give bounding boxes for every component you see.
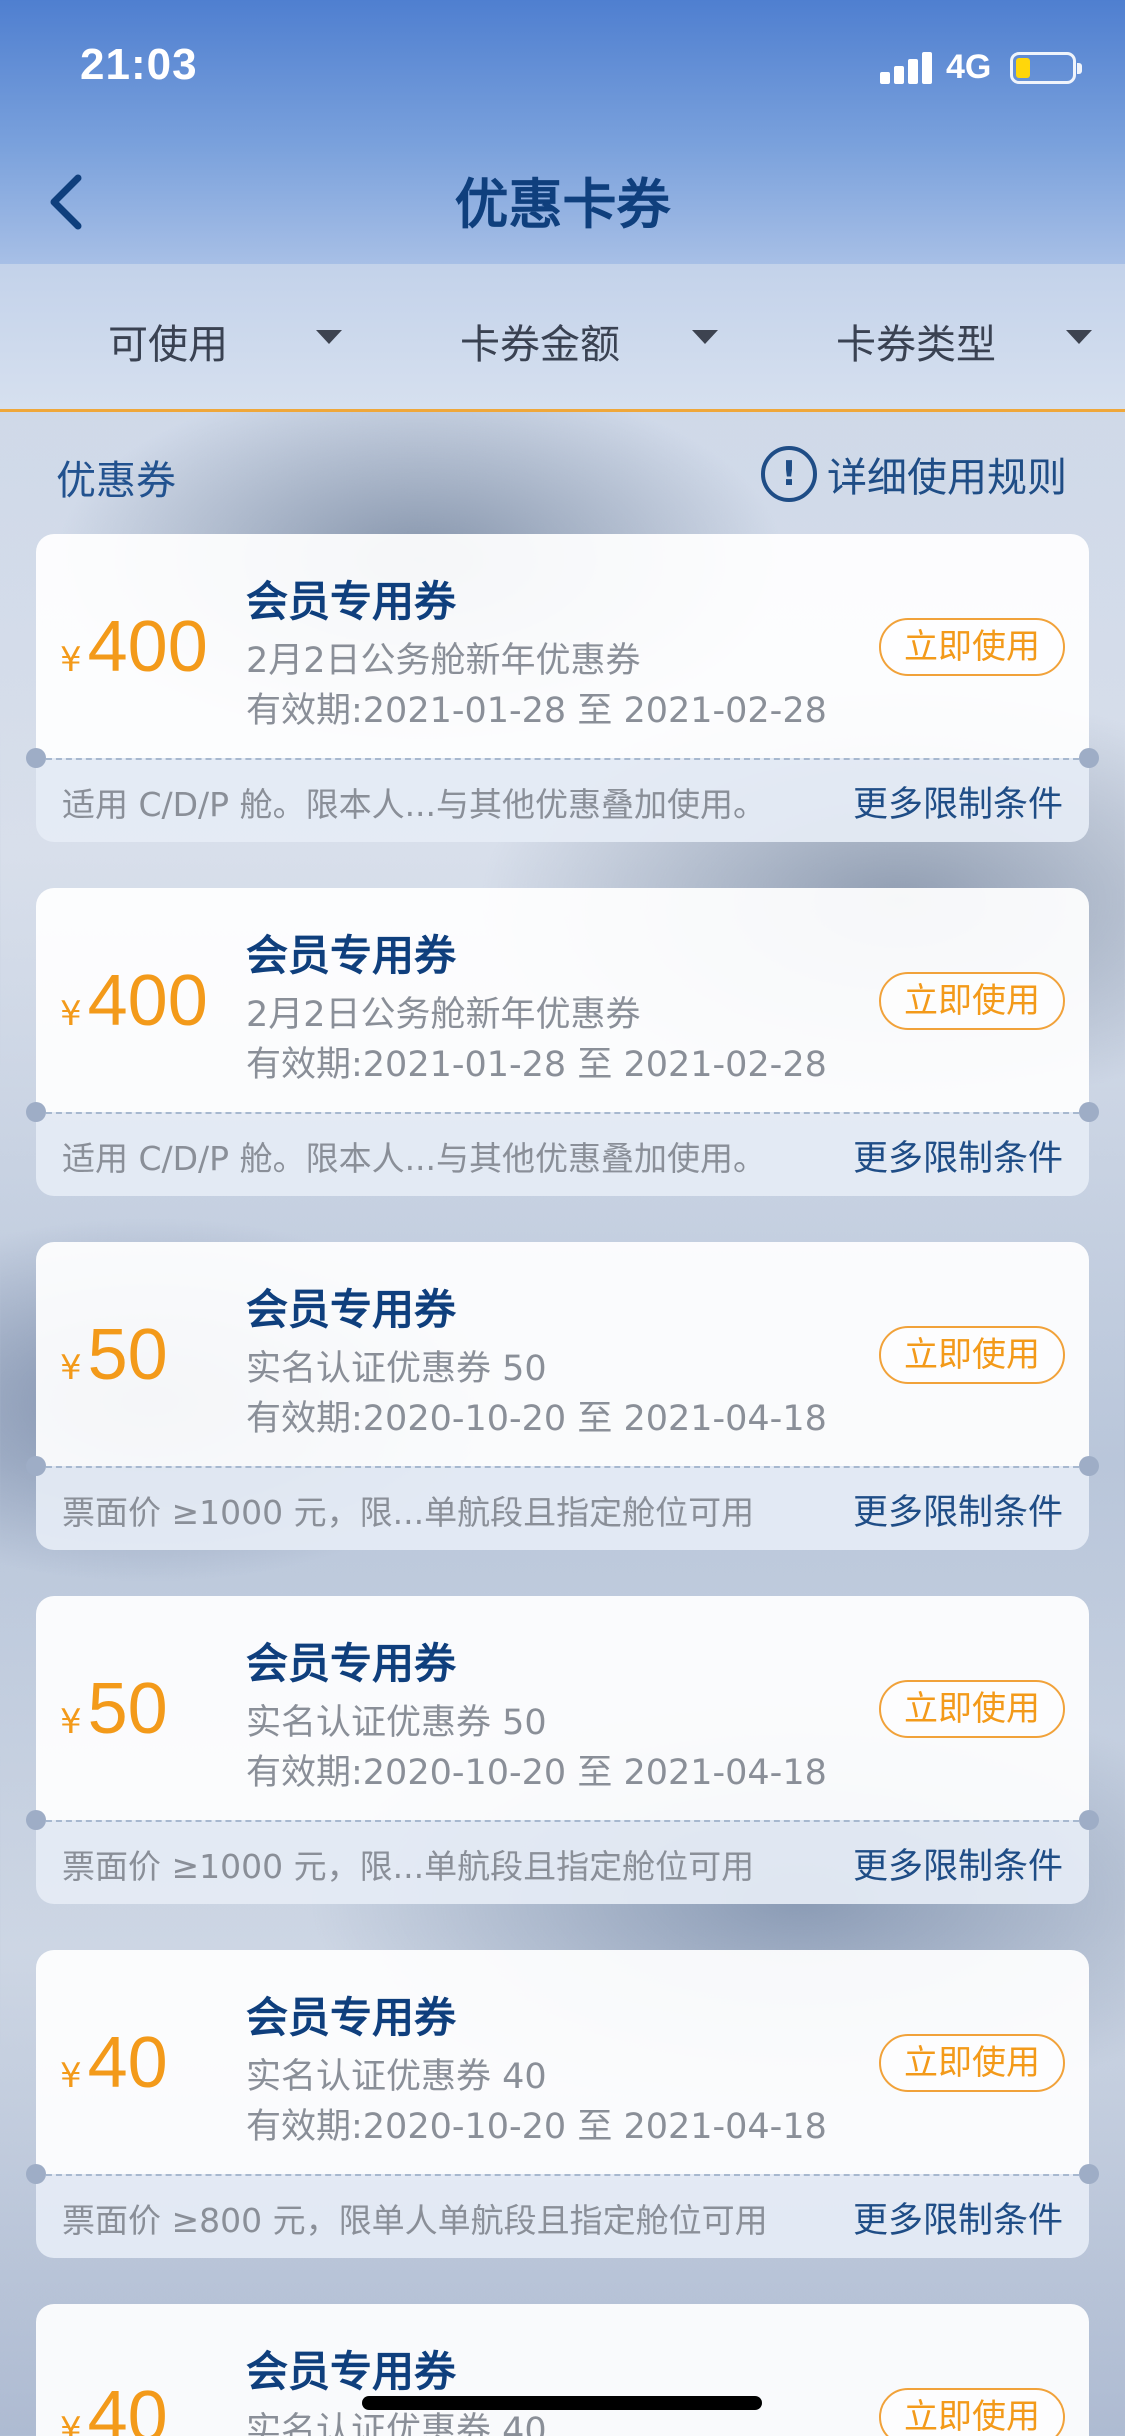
more-conditions-link[interactable]: 更多限制条件 — [853, 2192, 1063, 2243]
more-conditions-link[interactable]: 更多限制条件 — [853, 1838, 1063, 1889]
coupon-desc: 2月2日公务舱新年优惠券 — [246, 641, 641, 681]
status-time: 21:03 — [80, 40, 198, 89]
coupon-card[interactable]: 适用 C/D/P 舱。限本人...与其他优惠叠加使用。 更多限制条件 ¥400 … — [26, 888, 1099, 1196]
page-title: 优惠卡券 — [454, 173, 671, 236]
coupon-name: 会员专用券 — [246, 1639, 457, 1688]
use-now-button[interactable]: 立即使用 — [879, 2388, 1065, 2436]
coupon-validity: 有效期:2020-10-20 至 2021-04-18 — [246, 1753, 827, 1793]
use-now-button[interactable]: 立即使用 — [879, 972, 1065, 1030]
use-now-button[interactable]: 立即使用 — [879, 618, 1065, 676]
more-conditions-link[interactable]: 更多限制条件 — [853, 1130, 1063, 1181]
usage-rules-link[interactable]: ! 详细使用规则 — [761, 444, 1067, 504]
usage-rules-label: 详细使用规则 — [827, 455, 1067, 501]
coupon-name: 会员专用券 — [246, 1993, 457, 2042]
section-title: 优惠券 — [56, 458, 176, 504]
coupon-card[interactable]: ¥40 会员专用券 实名认证优惠券 40 立即使用 — [36, 2304, 1089, 2436]
coupon-amount: ¥40 — [60, 2377, 168, 2436]
status-bar: 21:03 4G — [0, 0, 1125, 140]
coupon-restriction: 票面价 ≥1000 元，限...单航段且指定舱位可用 — [62, 1847, 755, 1886]
coupon-desc: 实名认证优惠券 50 — [246, 1349, 547, 1389]
filter-status[interactable]: 可使用 — [108, 312, 348, 368]
coupon-name: 会员专用券 — [246, 577, 457, 626]
coupon-validity: 有效期:2020-10-20 至 2021-04-18 — [246, 1399, 827, 1439]
use-now-button[interactable]: 立即使用 — [879, 2034, 1065, 2092]
filter-bar: 可使用 卡券金额 卡券类型 — [0, 264, 1125, 412]
coupon-restriction: 票面价 ≥800 元，限单人单航段且指定舱位可用 — [62, 2201, 768, 2240]
coupon-amount: ¥400 — [60, 961, 208, 1041]
coupon-validity: 有效期:2021-01-28 至 2021-02-28 — [246, 691, 827, 731]
coupon-restriction: 适用 C/D/P 舱。限本人...与其他优惠叠加使用。 — [62, 1139, 767, 1178]
coupon-amount: ¥50 — [60, 1669, 168, 1749]
coupon-validity: 有效期:2021-01-28 至 2021-02-28 — [246, 1045, 827, 1085]
coupon-card[interactable]: 适用 C/D/P 舱。限本人...与其他优惠叠加使用。 更多限制条件 ¥400 … — [26, 534, 1099, 842]
more-conditions-link[interactable]: 更多限制条件 — [853, 776, 1063, 827]
dropdown-arrow-icon — [1066, 330, 1092, 344]
home-indicator[interactable] — [362, 2396, 762, 2410]
coupon-amount: ¥50 — [60, 1315, 168, 1395]
coupon-card[interactable]: 票面价 ≥800 元，限单人单航段且指定舱位可用 更多限制条件 ¥40 会员专用… — [26, 1950, 1099, 2258]
filter-amount[interactable]: 卡券金额 — [460, 312, 730, 368]
coupon-card[interactable]: 票面价 ≥1000 元，限...单航段且指定舱位可用 更多限制条件 ¥50 会员… — [26, 1596, 1099, 1904]
coupon-name: 会员专用券 — [246, 2347, 457, 2396]
signal-icon — [880, 50, 936, 84]
nav-bar: 优惠卡券 — [0, 140, 1125, 264]
battery-icon — [1010, 52, 1082, 84]
use-now-button[interactable]: 立即使用 — [879, 1680, 1065, 1738]
info-icon: ! — [761, 446, 817, 502]
filter-status-label: 可使用 — [108, 322, 228, 368]
filter-amount-label: 卡券金额 — [460, 322, 620, 368]
coupon-desc: 2月2日公务舱新年优惠券 — [246, 995, 641, 1035]
filter-type-label: 卡券类型 — [836, 322, 996, 368]
coupon-desc: 实名认证优惠券 40 — [246, 2057, 547, 2097]
dropdown-arrow-icon — [692, 330, 718, 344]
filter-type[interactable]: 卡券类型 — [836, 312, 1106, 368]
more-conditions-link[interactable]: 更多限制条件 — [853, 1484, 1063, 1535]
coupon-restriction: 适用 C/D/P 舱。限本人...与其他优惠叠加使用。 — [62, 785, 767, 824]
section-header: 优惠券 ! 详细使用规则 — [0, 440, 1125, 510]
coupon-desc: 实名认证优惠券 50 — [246, 1703, 547, 1743]
coupon-amount: ¥40 — [60, 2023, 168, 2103]
coupon-card[interactable]: 票面价 ≥1000 元，限...单航段且指定舱位可用 更多限制条件 ¥50 会员… — [26, 1242, 1099, 1550]
coupon-validity: 有效期:2020-10-20 至 2021-04-18 — [246, 2107, 827, 2147]
coupon-name: 会员专用券 — [246, 931, 457, 980]
use-now-button[interactable]: 立即使用 — [879, 1326, 1065, 1384]
coupon-amount: ¥400 — [60, 607, 208, 687]
network-type: 4G — [946, 48, 992, 86]
dropdown-arrow-icon — [316, 330, 342, 344]
coupon-restriction: 票面价 ≥1000 元，限...单航段且指定舱位可用 — [62, 1493, 755, 1532]
coupon-name: 会员专用券 — [246, 1285, 457, 1334]
